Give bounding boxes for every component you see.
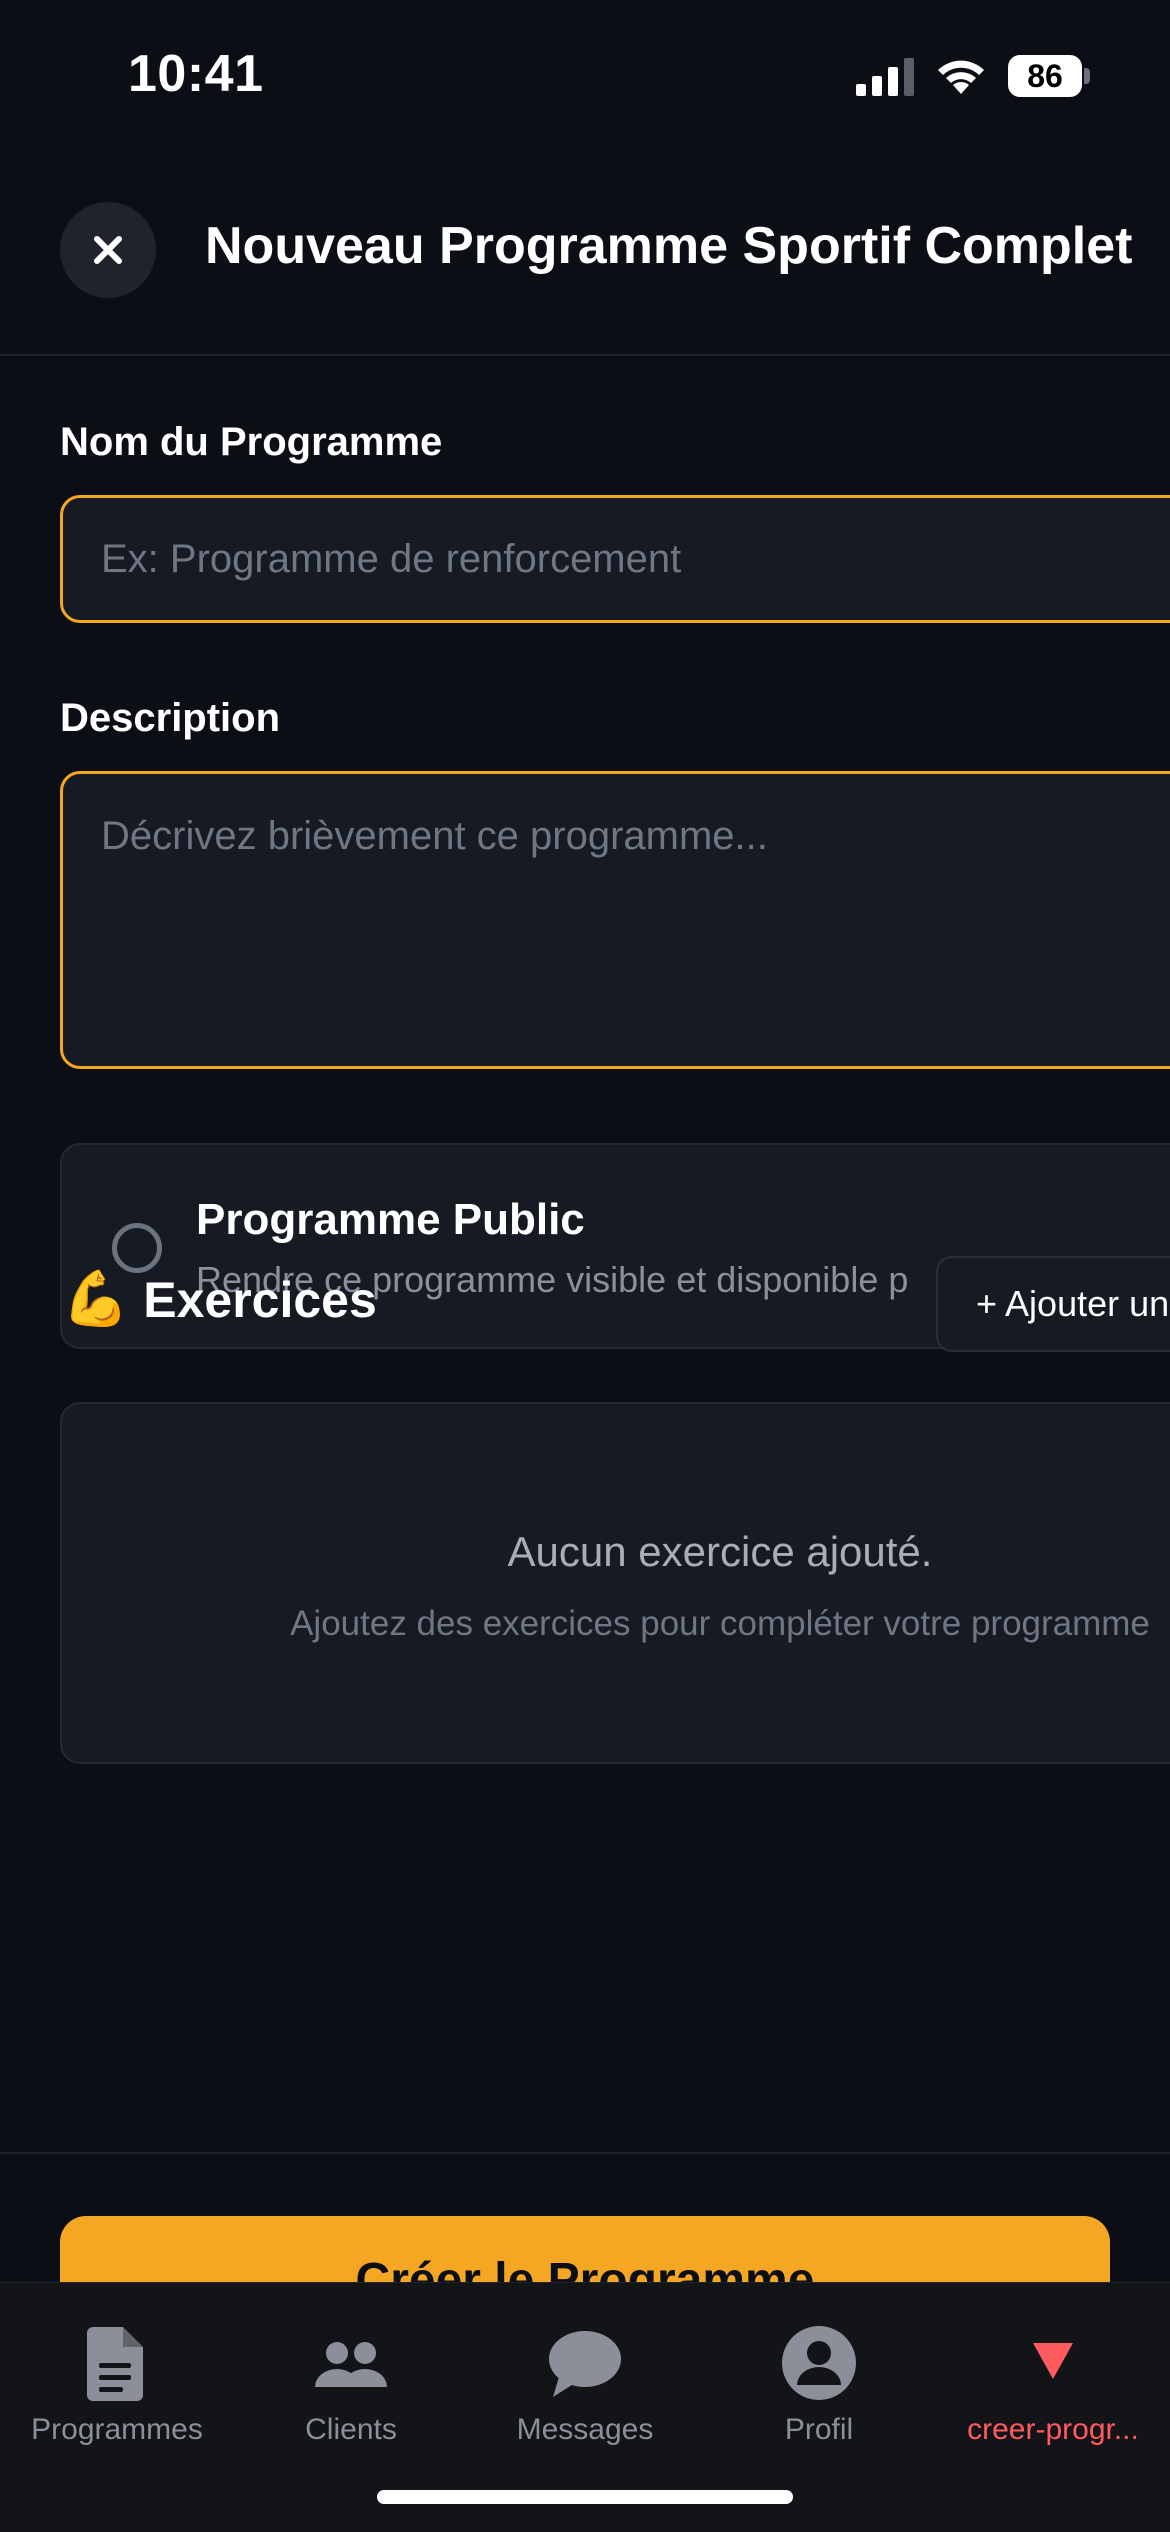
empty-state-subtitle: Ajoutez des exercices pour compléter vot… xyxy=(290,1604,1150,1643)
battery-level: 86 xyxy=(1008,55,1082,97)
flexed-biceps-icon: 💪 xyxy=(62,1269,130,1329)
document-icon xyxy=(87,2327,143,2401)
tab-creer-programme[interactable]: creer-progr... xyxy=(936,2303,1170,2483)
tab-label: Messages xyxy=(516,2413,654,2446)
add-exercise-button[interactable]: + Ajouter un xyxy=(936,1256,1170,1352)
cellular-signal-icon xyxy=(856,58,914,96)
tab-label: Clients xyxy=(305,2413,397,2446)
program-name-input[interactable] xyxy=(60,495,1170,623)
exercises-heading-label: Exercices xyxy=(143,1271,377,1328)
tab-clients[interactable]: Clients xyxy=(234,2303,468,2483)
close-icon xyxy=(94,236,122,264)
tab-profil[interactable]: Profil xyxy=(702,2303,936,2483)
tab-programmes[interactable]: Programmes xyxy=(0,2303,234,2483)
description-textarea[interactable] xyxy=(60,771,1170,1069)
person-icon xyxy=(782,2326,856,2400)
empty-state-title: Aucun exercice ajouté. xyxy=(507,1528,933,1575)
tab-messages[interactable]: Messages xyxy=(468,2303,702,2483)
public-program-title: Programme Public xyxy=(196,1195,585,1244)
people-icon xyxy=(315,2342,387,2387)
footer-divider xyxy=(0,2152,1170,2154)
status-bar: 10:41 86 xyxy=(0,0,1170,150)
triangle-down-icon xyxy=(1033,2343,1073,2379)
modal-header: Nouveau Programme Sportif Complet xyxy=(0,150,1170,356)
status-time: 10:41 xyxy=(128,45,264,103)
exercises-empty-state: Aucun exercice ajouté. Ajoutez des exerc… xyxy=(60,1402,1170,1764)
screen: 10:41 86 Nouveau Programme Sportif Compl… xyxy=(0,0,1170,2532)
battery-icon: 86 xyxy=(1008,55,1090,97)
program-name-label: Nom du Programme xyxy=(60,420,443,464)
tab-label: Profil xyxy=(784,2413,854,2446)
page-title: Nouveau Programme Sportif Complet xyxy=(205,217,1133,275)
exercises-heading: 💪 Exercices xyxy=(62,1268,377,1331)
chat-bubble-icon xyxy=(549,2331,621,2397)
tab-label: Programmes xyxy=(31,2413,203,2446)
wifi-icon xyxy=(938,60,984,94)
public-radio-button[interactable] xyxy=(112,1223,162,1273)
tab-label: creer-progr... xyxy=(967,2413,1139,2446)
close-button[interactable] xyxy=(60,202,156,298)
battery-tip xyxy=(1084,68,1090,84)
home-indicator[interactable] xyxy=(377,2490,793,2504)
description-label: Description xyxy=(60,696,281,740)
